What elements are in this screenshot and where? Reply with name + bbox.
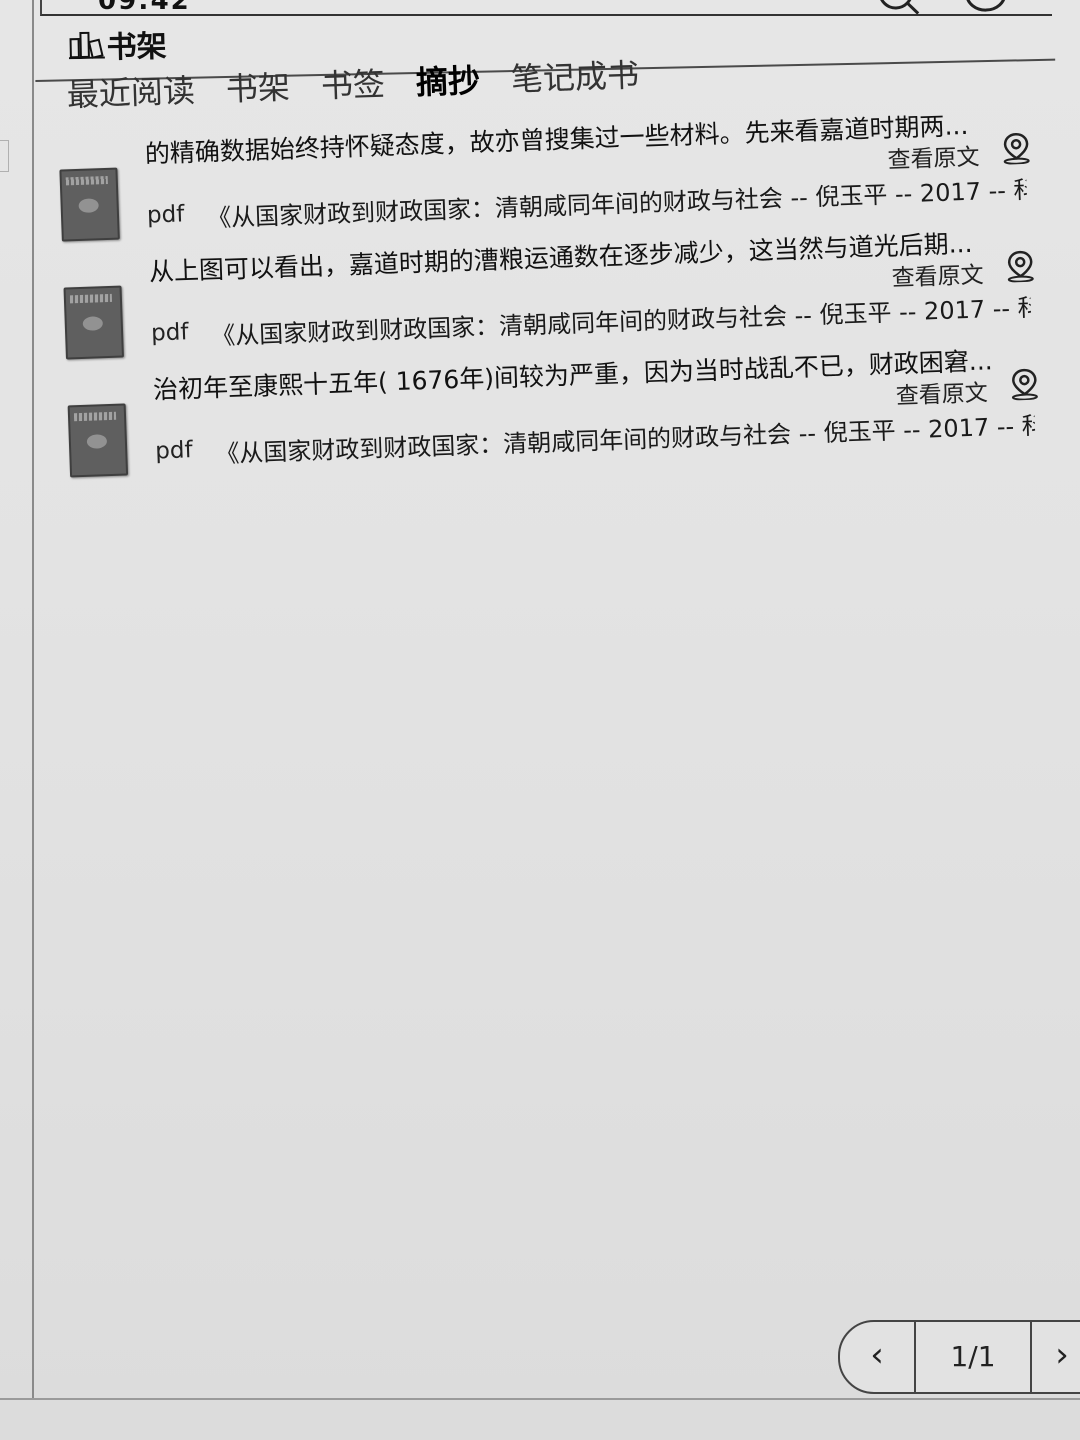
excerpt-list: 的精确数据始终持怀疑态度，故亦曾搜集过一些材料。先来看嘉道时期两... 查看原文… [48,95,1060,484]
left-edge-marks [0,140,9,172]
page-title: 书架 [106,29,168,66]
search-icon[interactable] [875,0,920,18]
file-format: pdf [154,437,194,465]
view-original-link[interactable]: 查看原文 [891,255,984,292]
location-pin-icon[interactable] [1005,250,1036,283]
book-cover[interactable] [67,403,129,478]
book-cover[interactable] [59,167,120,242]
tab-notes-to-book[interactable]: 笔记成书 [510,50,640,100]
pagination: ‹ 1/1 › [838,1320,1080,1394]
prev-page-button[interactable]: ‹ [840,1322,916,1392]
book-source: 《从国家财政到财政国家：清朝咸同年间的财政与社会 -- 倪玉平 -- 2017 … [214,411,1036,469]
bezel-left [32,0,34,1400]
more-icon[interactable] [963,0,1008,15]
shelf-icon [68,31,105,60]
tab-bookmarks[interactable]: 书签 [320,59,386,107]
location-pin-icon[interactable] [1009,368,1040,401]
book-cover[interactable] [63,285,124,360]
tab-recent-reading[interactable]: 最近阅读 [66,66,196,116]
page-indicator: 1/1 [916,1322,1032,1392]
file-format: pdf [146,201,185,229]
tab-excerpts[interactable]: 摘抄 [415,56,481,104]
file-format: pdf [150,319,189,347]
view-original-link[interactable]: 查看原文 [887,138,980,175]
next-page-button[interactable]: › [1032,1322,1080,1392]
bezel-bottom [0,1398,1080,1400]
location-pin-icon[interactable] [1001,132,1032,165]
view-original-link[interactable]: 查看原文 [895,373,988,410]
tab-bookshelf[interactable]: 书架 [225,62,291,110]
screen: 09:42 书架 最近阅读 书架 书签 摘抄 笔记成书 的精确数据始终持怀疑态度… [0,0,1080,1440]
